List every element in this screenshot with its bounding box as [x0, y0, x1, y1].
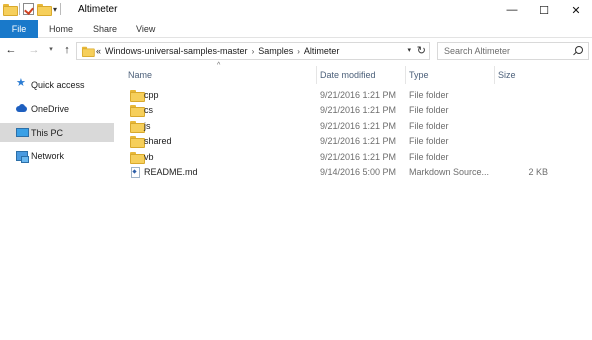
- sidebar-item-label: Quick access: [31, 79, 85, 90]
- breadcrumb-chevron-icon[interactable]: ›: [297, 47, 300, 56]
- table-row[interactable]: cpp 9/21/2016 1:21 PM File folder: [128, 88, 556, 103]
- refresh-icon[interactable]: ↻: [417, 44, 426, 57]
- folder-icon: [130, 105, 145, 117]
- file-name: cs: [144, 105, 153, 115]
- table-row[interactable]: shared 9/21/2016 1:21 PM File folder: [128, 134, 556, 149]
- markdown-file-icon: [130, 167, 140, 178]
- search-placeholder: Search Altimeter: [444, 46, 511, 56]
- folder-icon: [130, 152, 145, 164]
- breadcrumb-item[interactable]: Altimeter: [304, 46, 340, 56]
- column-header-name[interactable]: Name: [128, 66, 316, 84]
- network-icon: [16, 150, 29, 163]
- breadcrumb-item[interactable]: Windows-universal-samples-master: [105, 46, 248, 56]
- file-name: shared: [144, 136, 172, 146]
- window-title: Altimeter: [78, 4, 118, 15]
- file-date: 9/21/2016 1:21 PM: [320, 136, 397, 146]
- sidebar-item-label: This PC: [31, 127, 64, 138]
- table-row[interactable]: README.md 9/14/2016 5:00 PM Markdown Sou…: [128, 165, 556, 180]
- file-type: Markdown Source...: [409, 167, 490, 177]
- search-input[interactable]: Search Altimeter: [437, 42, 589, 60]
- file-type: File folder: [409, 121, 449, 131]
- window-controls: — ☐ ✕: [496, 0, 592, 20]
- address-bar[interactable]: « Windows-universal-samples-master › Sam…: [76, 42, 430, 60]
- forward-arrow-icon[interactable]: →: [27, 43, 41, 57]
- breadcrumb: « Windows-universal-samples-master › Sam…: [96, 46, 339, 56]
- sidebar-item-label: Network: [31, 150, 65, 161]
- breadcrumb-chevron-icon[interactable]: ›: [252, 47, 255, 56]
- table-row[interactable]: cs 9/21/2016 1:21 PM File folder: [128, 103, 556, 118]
- tab-share[interactable]: Share: [93, 20, 117, 38]
- file-name: cpp: [144, 90, 159, 100]
- column-header-type[interactable]: Type: [409, 66, 495, 84]
- column-header-size[interactable]: Size: [498, 66, 552, 84]
- up-arrow-icon[interactable]: ↑: [60, 43, 74, 57]
- navigation-bar: ← → ▾ ↑ « Windows-universal-samples-mast…: [0, 38, 592, 64]
- folder-icon[interactable]: [3, 4, 18, 16]
- file-type: File folder: [409, 90, 449, 100]
- tab-file[interactable]: File: [0, 20, 38, 38]
- properties-icon[interactable]: [23, 3, 34, 15]
- sidebar-item-onedrive[interactable]: OneDrive: [0, 99, 114, 118]
- table-row[interactable]: vb 9/21/2016 1:21 PM File folder: [128, 150, 556, 165]
- title-bar: ▾ Altimeter — ☐ ✕: [0, 0, 592, 20]
- divider: [19, 3, 20, 15]
- folder-icon: [130, 136, 145, 148]
- file-date: 9/21/2016 1:21 PM: [320, 152, 397, 162]
- sidebar-item-label: OneDrive: [31, 103, 70, 114]
- navigation-pane: ★ Quick access OneDrive This PC Network: [0, 64, 120, 340]
- quick-access-toolbar: ▾: [3, 3, 62, 16]
- file-name: vb: [144, 152, 154, 162]
- column-divider[interactable]: [494, 66, 495, 84]
- folder-icon: [81, 46, 95, 57]
- file-type: File folder: [409, 152, 449, 162]
- divider: [60, 3, 62, 15]
- file-type: File folder: [409, 136, 449, 146]
- close-button[interactable]: ✕: [560, 0, 592, 20]
- file-date: 9/21/2016 1:21 PM: [320, 121, 397, 131]
- file-date: 9/21/2016 1:21 PM: [320, 90, 397, 100]
- column-header-date-modified[interactable]: Date modified: [320, 66, 406, 84]
- column-divider[interactable]: [316, 66, 317, 84]
- file-size: 2 KB: [528, 167, 548, 177]
- tab-home[interactable]: Home: [49, 20, 73, 38]
- ribbon-tabs: File Home Share View: [0, 20, 592, 38]
- table-row[interactable]: js 9/21/2016 1:21 PM File folder: [128, 119, 556, 134]
- minimize-button[interactable]: —: [496, 0, 528, 20]
- customize-toolbar-chevron-icon[interactable]: ▾: [53, 5, 57, 14]
- back-arrow-icon[interactable]: ←: [4, 43, 18, 57]
- computer-icon: [16, 127, 29, 138]
- star-icon: ★: [16, 77, 26, 89]
- folder-icon: [130, 90, 145, 102]
- address-history-chevron-icon[interactable]: ▾: [407, 46, 411, 54]
- folder-icon: [130, 121, 145, 133]
- file-name: js: [144, 121, 151, 131]
- file-name: README.md: [144, 167, 198, 177]
- sidebar-item-this-pc[interactable]: This PC: [0, 123, 114, 142]
- sidebar-item-quick-access[interactable]: ★ Quick access: [0, 75, 114, 94]
- file-list: ^ Name Date modified Type Size cpp 9/21/…: [120, 62, 592, 340]
- file-type: File folder: [409, 105, 449, 115]
- column-divider[interactable]: [405, 66, 406, 84]
- cloud-icon: [16, 104, 27, 115]
- search-icon[interactable]: [573, 46, 583, 55]
- file-date: 9/21/2016 1:21 PM: [320, 105, 397, 115]
- breadcrumb-overflow[interactable]: «: [96, 46, 101, 56]
- file-date: 9/14/2016 5:00 PM: [320, 167, 397, 177]
- breadcrumb-item[interactable]: Samples: [258, 46, 293, 56]
- sidebar-item-network[interactable]: Network: [0, 146, 114, 165]
- maximize-button[interactable]: ☐: [528, 0, 560, 20]
- tab-view[interactable]: View: [136, 20, 155, 38]
- new-folder-icon[interactable]: [37, 4, 52, 16]
- recent-locations-chevron-icon[interactable]: ▾: [44, 43, 58, 57]
